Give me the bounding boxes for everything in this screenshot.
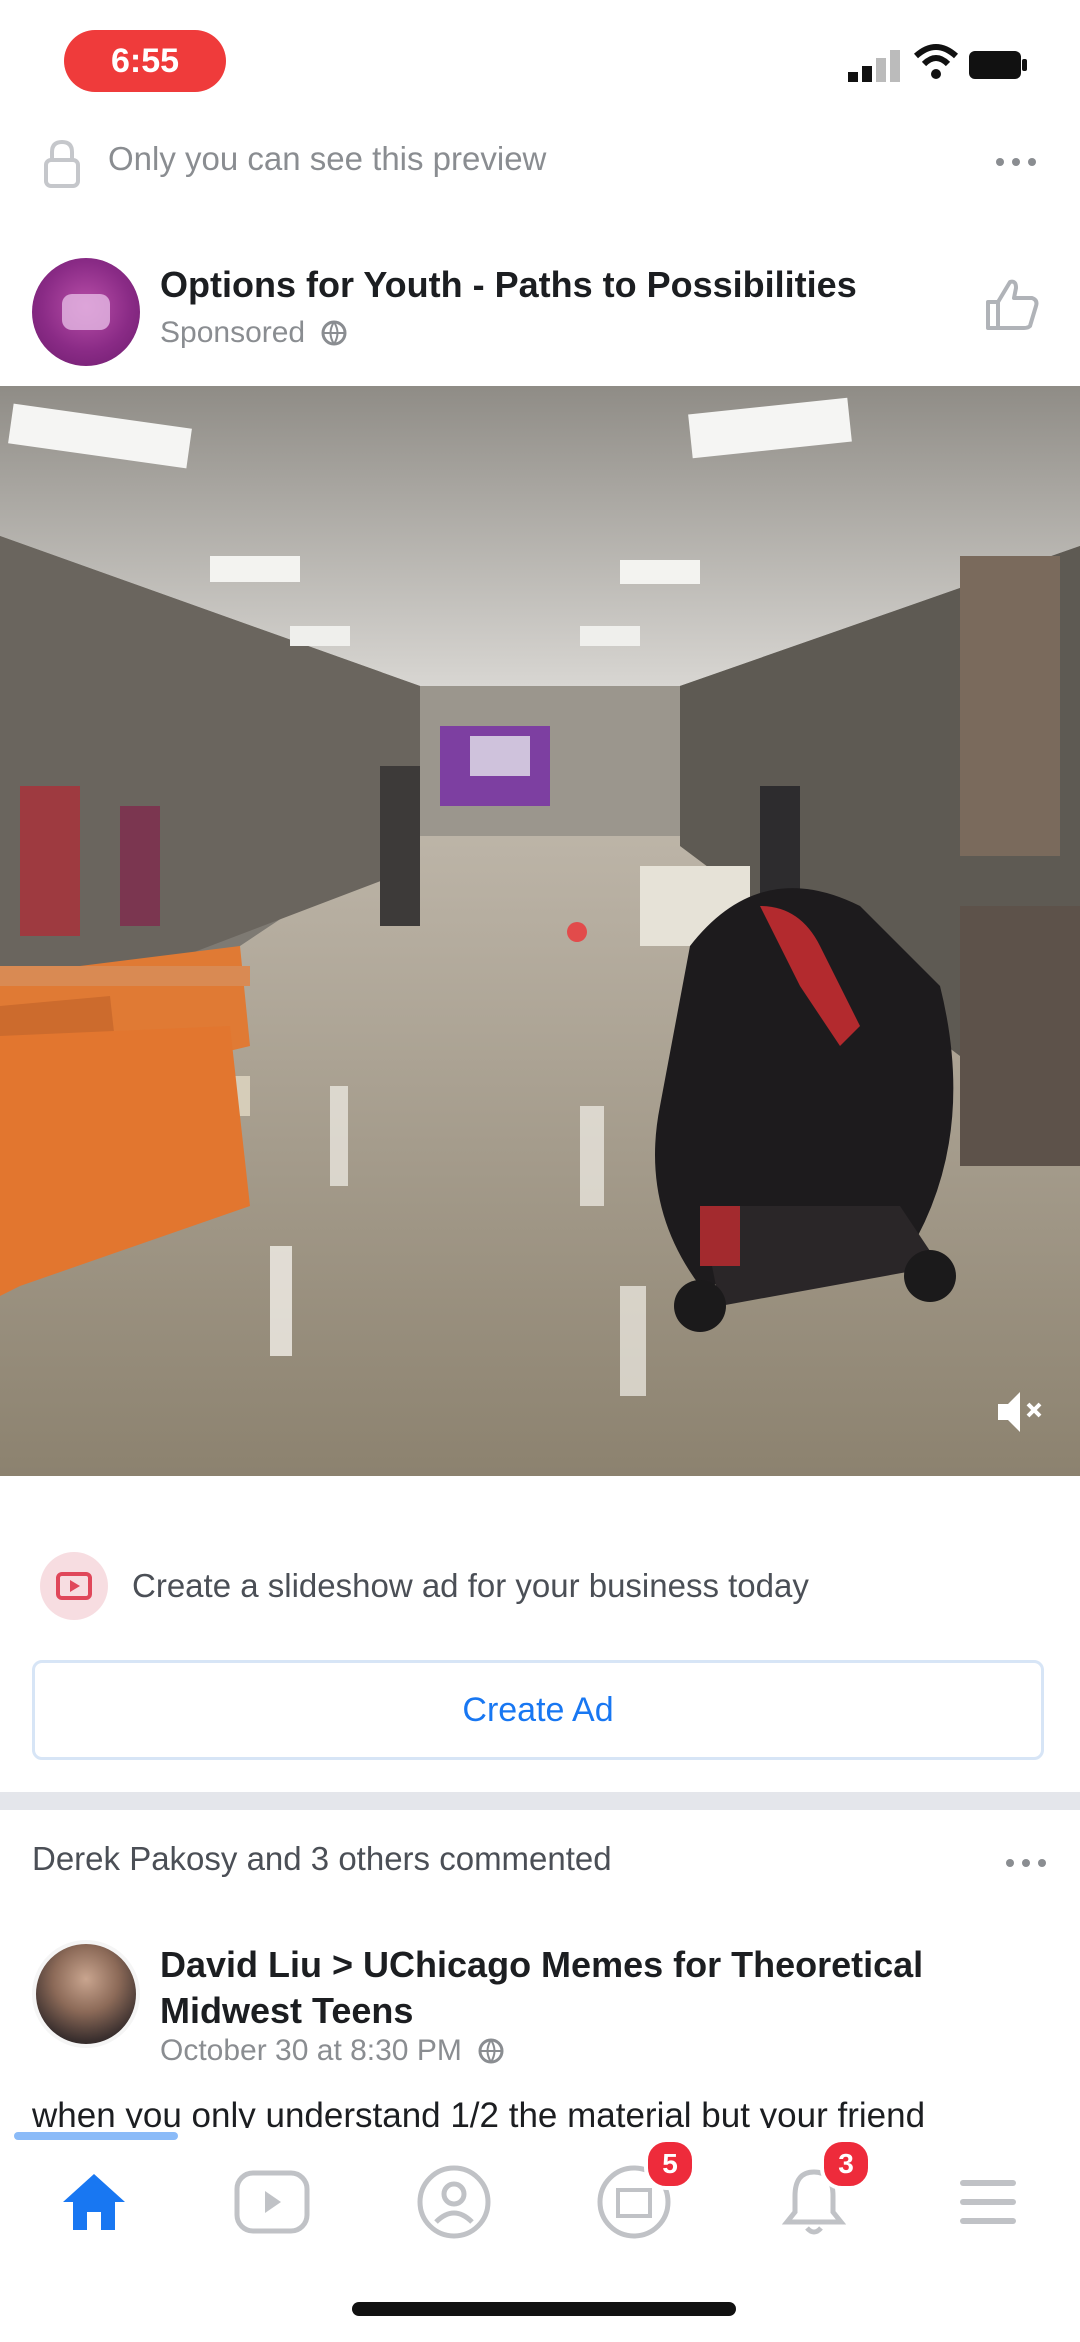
home-indicator (352, 2302, 736, 2316)
globe-icon (478, 2038, 504, 2064)
create-ad-button[interactable]: Create Ad (32, 1660, 1044, 1760)
more-options-icon[interactable] (1000, 1846, 1052, 1880)
more-options-icon[interactable] (990, 142, 1042, 182)
post-video[interactable] (0, 386, 1080, 1476)
active-tab-indicator (14, 2132, 178, 2140)
marketplace-badge: 5 (644, 2138, 696, 2190)
post-timestamp: October 30 at 8:30 PM (160, 2034, 462, 2067)
nav-watch[interactable] (230, 2160, 314, 2244)
home-icon (63, 2174, 125, 2230)
preview-notice: Only you can see this preview (108, 140, 547, 177)
post-author[interactable]: Options for Youth - Paths to Possibiliti… (160, 264, 857, 306)
cellular-signal-icon (848, 50, 900, 82)
wifi-icon (913, 44, 959, 79)
battery-icon (969, 51, 1027, 79)
post-subtitle: Sponsored (160, 316, 349, 350)
comment-activity: Derek Pakosy and 3 others commented (32, 1840, 612, 1877)
bottom-nav (0, 2128, 1080, 2268)
slideshow-icon (40, 1552, 108, 1620)
nav-menu[interactable] (946, 2160, 1030, 2244)
nav-notifications[interactable]: 3 (772, 2138, 872, 2244)
nav-marketplace[interactable]: 5 (592, 2138, 696, 2244)
like-page-icon[interactable] (982, 276, 1042, 332)
cta-row: Create a slideshow ad for your business … (40, 1552, 1040, 1620)
feed-divider (0, 1792, 1080, 1810)
notifications-badge: 3 (820, 2138, 872, 2190)
lock-icon (44, 139, 80, 188)
watch-icon (234, 2170, 310, 2234)
sponsored-label: Sponsored (160, 316, 306, 349)
post-title[interactable]: David Liu > UChicago Memes for Theoretic… (160, 1942, 1020, 2034)
profile-icon (417, 2165, 491, 2239)
status-time: 6:55 (64, 30, 226, 92)
nav-profile[interactable] (412, 2160, 496, 2244)
page-avatar[interactable] (32, 258, 140, 366)
post-meta: October 30 at 8:30 PM (160, 2034, 506, 2068)
cta-text: Create a slideshow ad for your business … (132, 1567, 809, 1604)
user-avatar[interactable] (32, 1940, 140, 2048)
mute-icon[interactable] (990, 1384, 1046, 1440)
menu-icon (960, 2180, 1016, 2224)
globe-icon (321, 320, 347, 346)
nav-home[interactable] (52, 2160, 136, 2244)
